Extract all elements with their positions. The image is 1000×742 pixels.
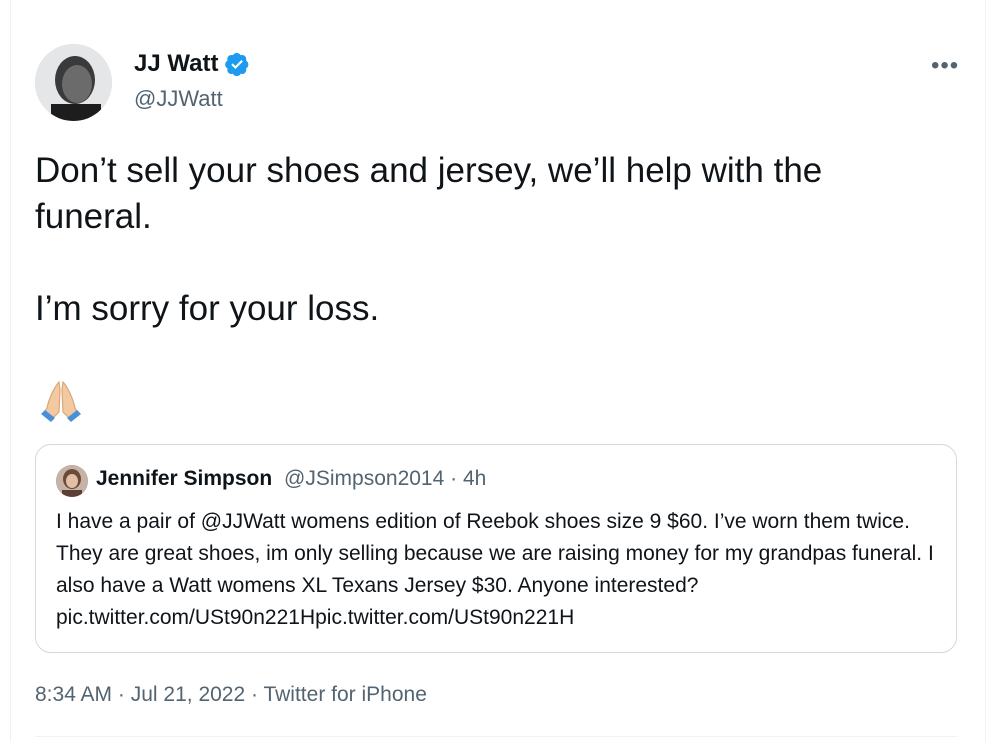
footer-separator-2: · — [245, 683, 264, 706]
quoted-tweet[interactable]: Jennifer Simpson @JSimpson2014 · 4h I ha… — [35, 444, 957, 653]
quoted-author-handle: @JSimpson2014 — [284, 467, 445, 490]
quoted-tweet-text: I have a pair of @JJWatt womens edition … — [56, 510, 934, 629]
quoted-header: Jennifer Simpson @JSimpson2014 · 4h — [96, 467, 486, 491]
tweet-source[interactable]: Twitter for iPhone — [263, 683, 426, 706]
quoted-separator: · — [444, 467, 463, 490]
quoted-time: 4h — [462, 467, 487, 490]
quoted-avatar-image — [56, 465, 88, 497]
author-handle[interactable]: @JJWatt — [134, 86, 223, 112]
tweet-text-line1: Don’t sell your shoes and jersey, we’ll … — [35, 151, 823, 236]
folded-hands-icon — [37, 376, 85, 424]
author-avatar-image — [35, 44, 112, 121]
author-name[interactable]: JJ Watt — [134, 50, 218, 78]
quoted-author-avatar[interactable] — [56, 465, 88, 497]
author-avatar[interactable] — [35, 44, 112, 121]
more-options-icon[interactable]: ••• — [931, 52, 959, 80]
tweet-time[interactable]: 8:34 AM — [35, 683, 112, 706]
footer-separator-1: · — [112, 683, 131, 706]
tweet-date[interactable]: Jul 21, 2022 — [131, 683, 245, 706]
quoted-author-name: Jennifer Simpson — [96, 467, 273, 490]
tweet-text-line2: I’m sorry for your loss. — [35, 289, 380, 328]
tweet-footer: 8:34 AM · Jul 21, 2022 · Twitter for iPh… — [35, 683, 427, 707]
divider — [35, 736, 957, 737]
author-name-row: JJ Watt — [134, 50, 250, 78]
tweet-card: JJ Watt @JJWatt ••• Don’t sell your shoe… — [10, 0, 986, 742]
verified-badge-icon — [224, 51, 250, 77]
